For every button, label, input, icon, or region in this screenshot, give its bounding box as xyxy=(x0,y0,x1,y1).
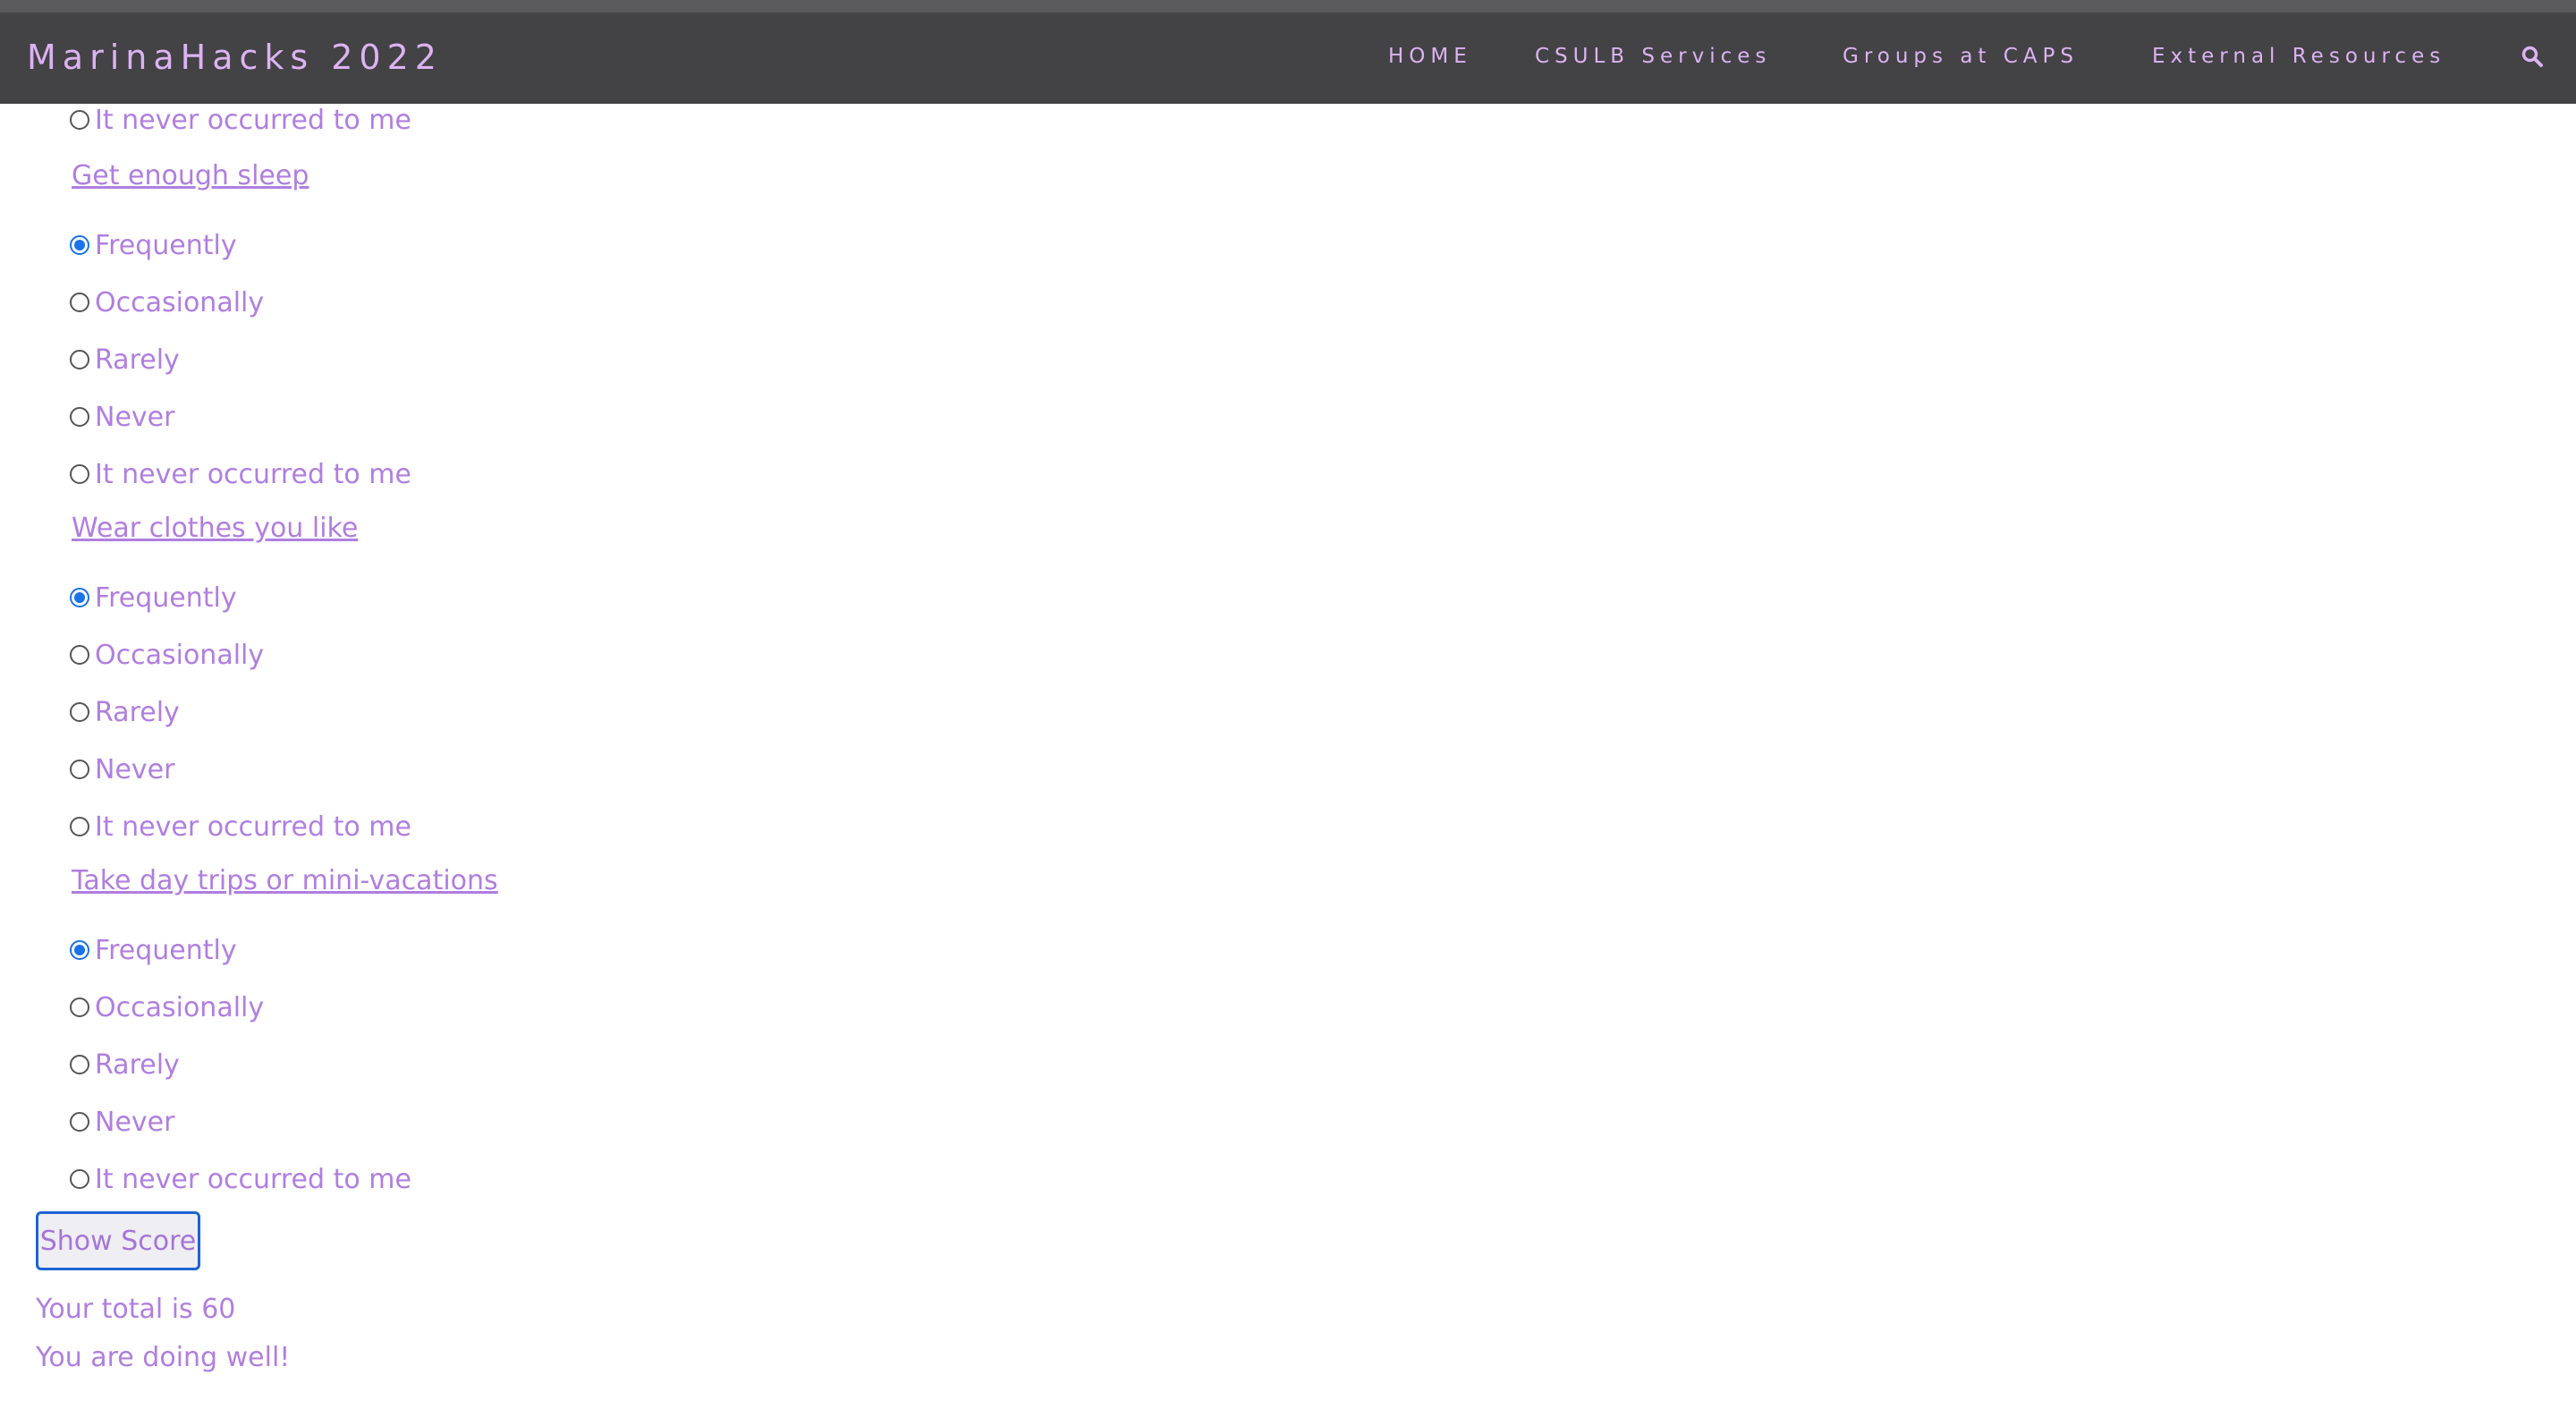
radio-option-label: Occasionally xyxy=(95,639,265,671)
radio-button[interactable] xyxy=(70,760,89,779)
radio-option[interactable]: Occasionally xyxy=(70,284,264,320)
radio-button[interactable] xyxy=(70,293,89,312)
radio-button[interactable] xyxy=(70,1112,89,1132)
radio-option[interactable]: Occasionally xyxy=(70,989,264,1025)
navbar: MarinaHacks 2022 HOME CSULB Services Gro… xyxy=(0,13,2576,104)
brand-logo[interactable]: MarinaHacks 2022 xyxy=(27,38,443,77)
radio-option[interactable]: Frequently xyxy=(70,227,237,263)
radio-option-label: It never occurred to me xyxy=(95,104,411,136)
question-title-sleep[interactable]: Get enough sleep xyxy=(72,160,309,191)
radio-button[interactable] xyxy=(70,350,89,369)
radio-option-label: It never occurred to me xyxy=(95,811,411,843)
search-icon[interactable] xyxy=(2521,45,2547,72)
radio-option-label: Never xyxy=(95,401,175,433)
radio-button[interactable] xyxy=(70,940,89,960)
nav-home[interactable]: HOME xyxy=(1388,45,1472,68)
radio-option[interactable]: Rarely xyxy=(70,694,180,730)
radio-option-label: Occasionally xyxy=(95,286,265,318)
radio-button[interactable] xyxy=(70,110,89,130)
window-top-strip xyxy=(0,0,2576,13)
radio-button[interactable] xyxy=(70,645,89,665)
radio-option-label: It never occurred to me xyxy=(95,458,411,490)
nav-groups-at-caps[interactable]: Groups at CAPS xyxy=(1843,45,2079,68)
radio-button[interactable] xyxy=(70,588,89,607)
radio-button[interactable] xyxy=(70,997,89,1017)
radio-option[interactable]: Never xyxy=(70,399,174,435)
radio-option[interactable]: Never xyxy=(70,751,174,787)
radio-option[interactable]: Rarely xyxy=(70,1047,180,1082)
radio-option-label: Frequently xyxy=(95,581,237,614)
radio-option[interactable]: Frequently xyxy=(70,932,237,968)
radio-option-label: Occasionally xyxy=(95,991,265,1023)
status-message: You are doing well! xyxy=(36,1342,291,1373)
radio-option[interactable]: Rarely xyxy=(70,342,180,378)
radio-option-label: Frequently xyxy=(95,934,237,966)
radio-button[interactable] xyxy=(70,702,89,722)
radio-button[interactable] xyxy=(70,1055,89,1074)
radio-option-label: Never xyxy=(95,1106,175,1138)
radio-option[interactable]: It never occurred to me xyxy=(70,456,411,492)
radio-button[interactable] xyxy=(70,407,89,427)
radio-option-label: Rarely xyxy=(95,1048,180,1081)
radio-option-label: Rarely xyxy=(95,344,180,376)
question-title-trips[interactable]: Take day trips or mini-vacations xyxy=(72,865,498,896)
radio-option[interactable]: Never xyxy=(70,1104,174,1140)
total-score-text: Your total is 60 xyxy=(36,1294,236,1325)
radio-option-label: Frequently xyxy=(95,229,237,261)
question-title-clothes[interactable]: Wear clothes you like xyxy=(72,513,358,544)
radio-option[interactable]: Frequently xyxy=(70,580,237,615)
radio-option[interactable]: Occasionally xyxy=(70,637,264,673)
radio-option[interactable]: It never occurred to me xyxy=(70,1161,411,1197)
radio-button[interactable] xyxy=(70,1169,89,1189)
radio-option-label: It never occurred to me xyxy=(95,1163,411,1195)
radio-button[interactable] xyxy=(70,464,89,484)
show-score-button[interactable]: Show Score xyxy=(36,1211,200,1270)
nav-csulb-services[interactable]: CSULB Services xyxy=(1535,45,1771,68)
radio-option[interactable]: It never occurred to me xyxy=(70,809,411,845)
radio-option-label: Never xyxy=(95,753,175,785)
radio-option-partial[interactable]: It never occurred to me xyxy=(70,102,411,138)
radio-button[interactable] xyxy=(70,235,89,255)
radio-option-label: Rarely xyxy=(95,696,180,728)
radio-button[interactable] xyxy=(70,817,89,836)
nav-external-resources[interactable]: External Resources xyxy=(2152,45,2445,68)
